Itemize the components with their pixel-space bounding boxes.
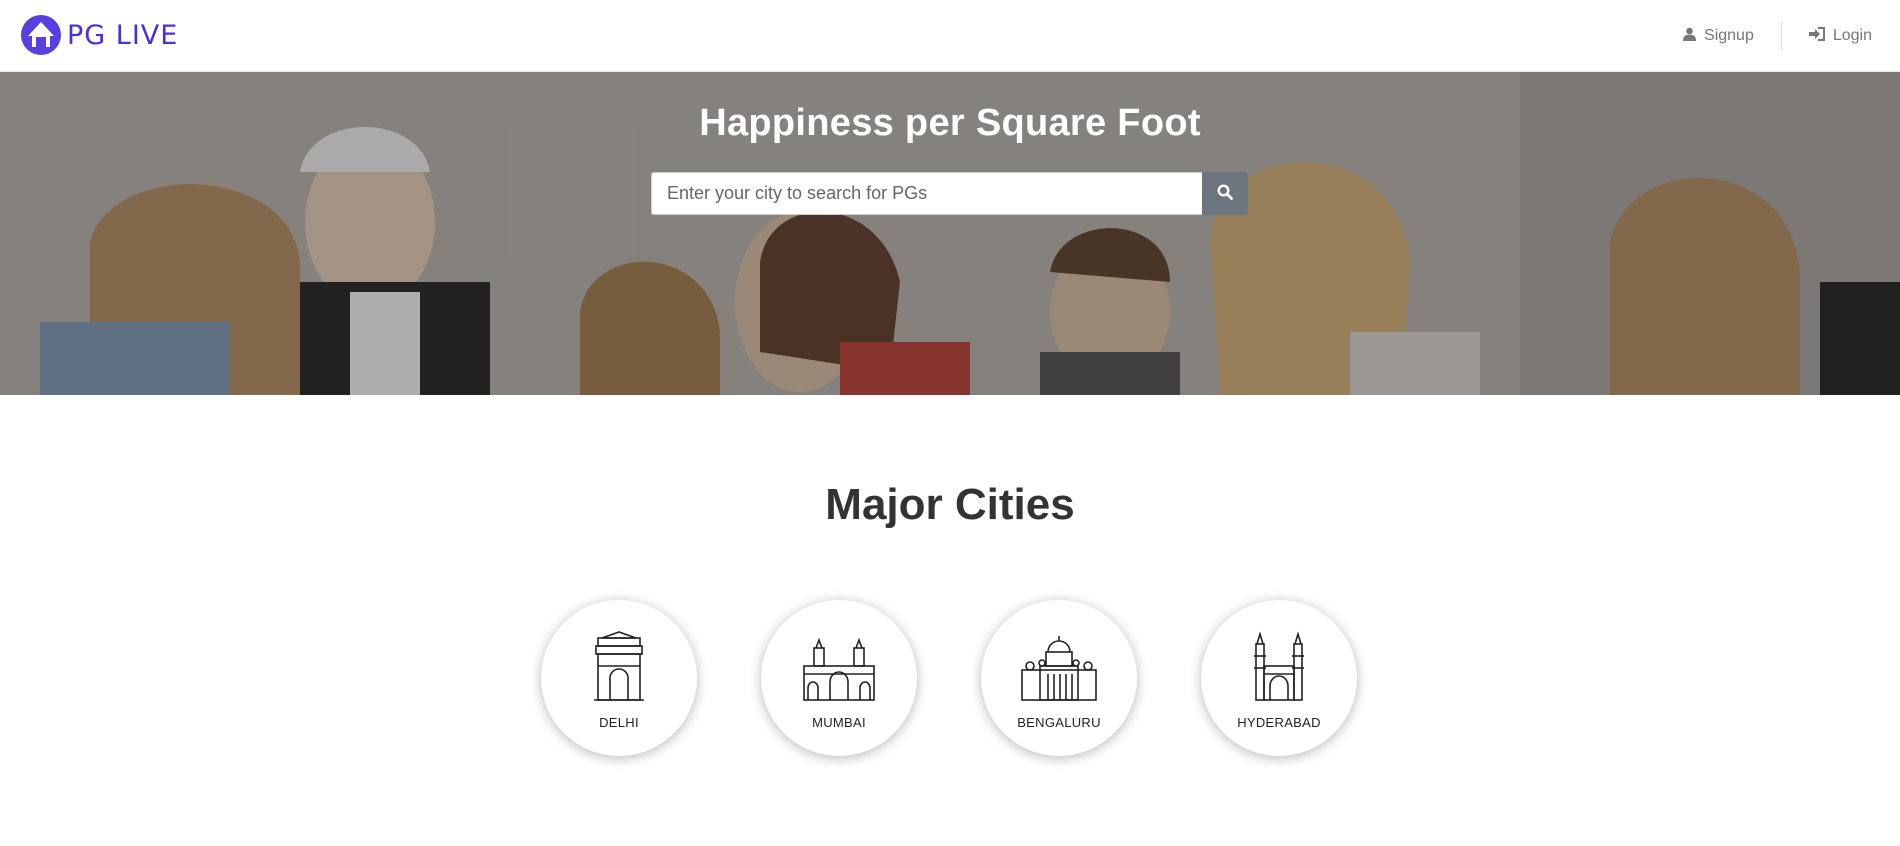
- signup-link[interactable]: Signup: [1683, 27, 1754, 46]
- city-label: DELHI: [599, 715, 639, 730]
- navbar: PG LIVE Signup Login: [0, 0, 1900, 72]
- city-card-delhi[interactable]: DELHI: [541, 600, 697, 756]
- sign-in-icon: [1808, 26, 1833, 46]
- city-card-hyderabad[interactable]: HYDERABAD: [1201, 600, 1357, 756]
- nav-links: Signup Login: [1683, 22, 1872, 50]
- brand-logo[interactable]: PG LIVE: [19, 12, 178, 58]
- nav-divider: [1780, 22, 1782, 50]
- hero-banner: Happiness per Square Foot: [0, 72, 1900, 395]
- brand-name: PG LIVE: [67, 19, 179, 51]
- major-cities-title: Major Cities: [825, 480, 1075, 529]
- search-button[interactable]: [1202, 172, 1248, 215]
- city-card-mumbai[interactable]: MUMBAI: [761, 600, 917, 756]
- city-label: BENGALURU: [1017, 715, 1101, 730]
- search-icon: [1217, 184, 1233, 203]
- signup-label: Signup: [1704, 27, 1754, 44]
- user-icon: [1683, 27, 1704, 46]
- login-link[interactable]: Login: [1808, 26, 1872, 46]
- hero-title: Happiness per Square Foot: [699, 102, 1201, 144]
- city-card-bengaluru[interactable]: BENGALURU: [981, 600, 1137, 756]
- house-logo-icon: [19, 13, 63, 57]
- city-label: HYDERABAD: [1237, 715, 1321, 730]
- major-cities-list: DELHI MUMBAI BENGALURU HYDERABAD: [0, 600, 1900, 760]
- city-search-input[interactable]: [651, 172, 1202, 215]
- city-label: MUMBAI: [812, 715, 866, 730]
- login-label: Login: [1832, 27, 1872, 44]
- city-search-form: [651, 172, 1248, 215]
